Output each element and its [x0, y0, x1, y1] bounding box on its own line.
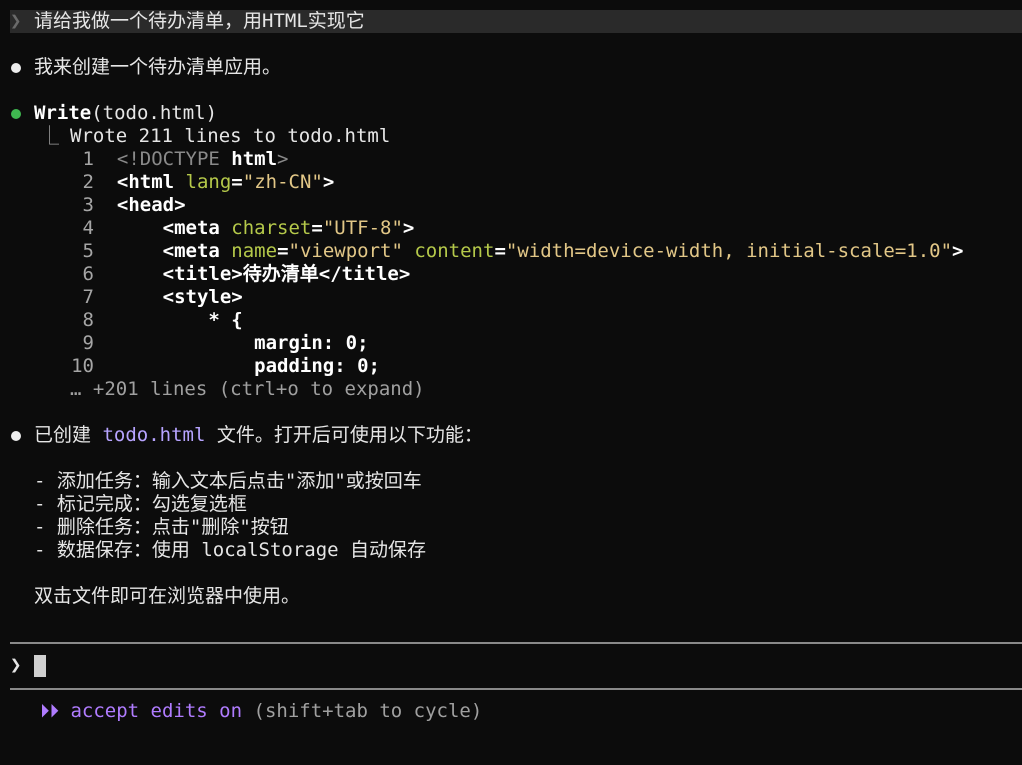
code-token: <html [116, 171, 186, 193]
code-token: "UTF-8" [322, 217, 403, 239]
prompt-caret-icon: ❯ [10, 10, 22, 32]
code-token: content [414, 240, 495, 262]
input-top-divider [10, 642, 1022, 644]
closing-text: 双击文件即可在浏览器中使用。 [34, 585, 301, 607]
code-line: 5 <meta name="viewport" content="width=d… [54, 240, 964, 263]
text-input-cursor[interactable] [34, 655, 46, 677]
code-token: <style> [162, 286, 243, 308]
assistant-bullet-icon [11, 63, 21, 73]
tool-result-summary: Wrote 211 lines to todo.html [70, 125, 391, 147]
tool-result-connector-icon: ⎿ [40, 125, 71, 147]
tool-call-header: Write(todo.html) [34, 102, 217, 125]
fast-forward-icon: ⏵⏵ [40, 700, 60, 722]
feature-item: - 标记完成：勾选复选框 [34, 493, 247, 515]
code-token: <title> [162, 263, 243, 285]
code-token: 待办清单 [242, 263, 319, 285]
code-line: 3 <head> [54, 194, 186, 217]
code-line: 6 <title>待办清单</title> [54, 263, 411, 286]
assistant-reply-text: 已创建 todo.html 文件。打开后可使用以下功能： [34, 424, 483, 447]
code-token: html [231, 148, 278, 170]
code-line: 10 padding: 0; [54, 355, 380, 378]
code-token: > [322, 171, 335, 193]
line-number: 7 [82, 286, 94, 308]
code-token: = [311, 217, 323, 239]
code-token: = [231, 171, 243, 193]
code-token: "zh-CN" [242, 171, 323, 193]
code-token: > [402, 217, 415, 239]
line-number: 2 [82, 171, 94, 193]
code-line: 2 <html lang="zh-CN"> [54, 171, 335, 194]
feature-item: - 删除任务：点击"删除"按钮 [34, 516, 289, 538]
reply-suffix: 文件。打开后可使用以下功能： [205, 424, 483, 446]
line-number: 8 [82, 309, 94, 331]
code-line: 1 <!DOCTYPE html> [54, 148, 289, 171]
reply-prefix: 已创建 [34, 424, 103, 446]
line-number: 4 [82, 217, 94, 239]
mode-label: accept edits on [70, 700, 243, 722]
line-number: 1 [82, 148, 94, 170]
code-line: 8 * { [54, 309, 243, 332]
tool-success-dot-icon [11, 109, 21, 119]
tool-arg: (todo.html) [91, 102, 218, 124]
code-token: <!DOCTYPE [116, 148, 232, 170]
code-token: > [952, 240, 964, 262]
feature-item: - 数据保存：使用 localStorage 自动保存 [34, 539, 427, 561]
assistant-reply-text: 我来创建一个待办清单应用。 [34, 56, 282, 78]
mode-status[interactable]: ⏵⏵ accept edits on (shift+tab to cycle) [40, 700, 482, 723]
expand-hint[interactable]: … +201 lines (ctrl+o to expand) [70, 378, 425, 401]
code-token: margin: 0; [254, 332, 369, 354]
line-number: 9 [82, 332, 94, 354]
line-number: 3 [82, 194, 94, 216]
mode-hint: (shift+tab to cycle) [253, 700, 483, 722]
code-line: 4 <meta charset="UTF-8"> [54, 217, 415, 240]
code-token: "viewport" [288, 240, 403, 262]
code-token: lang [185, 171, 232, 193]
code-token: padding: 0; [254, 355, 381, 377]
code-token: = [277, 240, 289, 262]
code-token: * { [208, 309, 243, 331]
code-token: = [494, 240, 506, 262]
code-token: <meta [162, 240, 232, 262]
input-caret-icon: ❯ [10, 654, 22, 676]
line-number: 5 [82, 240, 94, 262]
line-number: 6 [82, 263, 94, 285]
code-token: name [231, 240, 278, 262]
input-bottom-divider [10, 688, 1022, 690]
code-token: "width=device-width, initial-scale=1.0" [505, 240, 953, 262]
user-prompt-text: 请给我做一个待办清单，用HTML实现它 [34, 10, 365, 32]
code-line: 7 <style> [54, 286, 243, 309]
code-token: <head> [116, 194, 186, 216]
line-number: 10 [71, 355, 94, 377]
assistant-bullet-icon [11, 431, 21, 441]
tool-name: Write [34, 102, 92, 124]
previous-user-prompt: ❯ 请给我做一个待办清单，用HTML实现它 [10, 10, 1022, 33]
code-line: 9 margin: 0; [54, 332, 369, 355]
feature-item: - 添加任务：输入文本后点击"添加"或按回车 [34, 470, 422, 492]
file-link[interactable]: todo.html [102, 424, 205, 446]
code-token: <meta [162, 217, 232, 239]
code-token: > [277, 148, 289, 170]
code-token: charset [231, 217, 312, 239]
code-token: </title> [318, 263, 411, 285]
